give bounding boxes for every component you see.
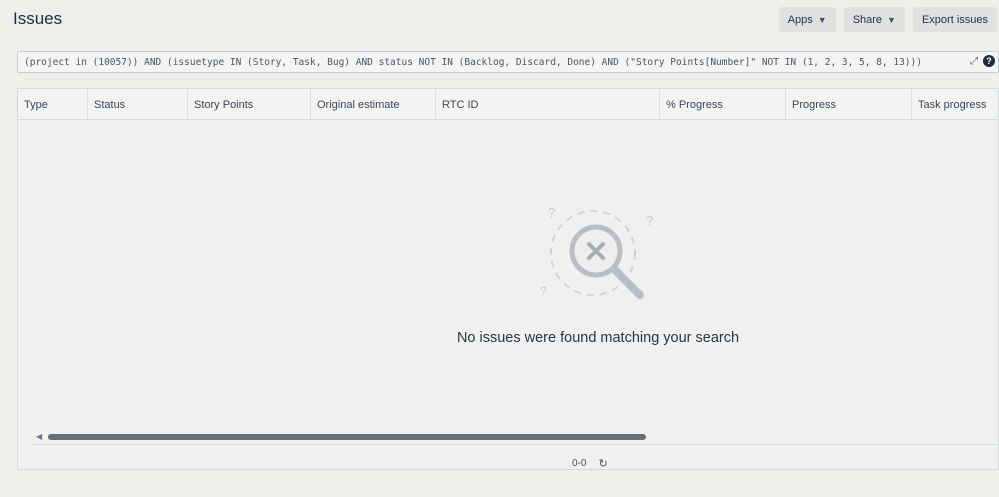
empty-state-message: No issues were found matching your searc… bbox=[456, 330, 740, 346]
column-header-task-progress[interactable]: Task progress bbox=[912, 89, 999, 120]
svg-text:?: ? bbox=[540, 284, 547, 298]
scrollbar-thumb[interactable] bbox=[48, 434, 646, 440]
column-header-original-estimate[interactable]: Original estimate bbox=[311, 89, 436, 120]
table-footer-divider bbox=[32, 444, 998, 445]
page-title: Issues bbox=[13, 9, 63, 28]
share-button-label: Share bbox=[852, 13, 883, 26]
header-actions: Apps ▼ Share ▼ Export issues bbox=[778, 7, 997, 32]
scroll-left-arrow-icon[interactable]: ◀ bbox=[36, 432, 42, 441]
issues-table: Type Status Story Points Original estima… bbox=[17, 88, 999, 470]
no-results-search-icon: ? ? ? bbox=[540, 205, 653, 299]
export-issues-label: Export issues bbox=[921, 13, 988, 26]
column-header-rtc-id[interactable]: RTC ID bbox=[436, 89, 660, 120]
horizontal-scrollbar[interactable]: ◀ bbox=[32, 432, 998, 441]
share-button[interactable]: Share ▼ bbox=[843, 7, 905, 32]
chevron-down-icon: ▼ bbox=[887, 14, 896, 25]
svg-text:?: ? bbox=[646, 213, 653, 228]
table-header: Type Status Story Points Original estima… bbox=[18, 89, 998, 120]
expand-icon[interactable]: ⤢ bbox=[970, 56, 978, 67]
svg-text:?: ? bbox=[548, 205, 555, 220]
pagination-range: 0-0 bbox=[572, 458, 587, 469]
column-header-status[interactable]: Status bbox=[88, 89, 188, 120]
chevron-down-icon: ▼ bbox=[817, 14, 827, 25]
refresh-icon[interactable]: ↻ bbox=[598, 457, 607, 470]
pagination: 0-0 ↻ bbox=[572, 457, 608, 470]
jql-query-text: (project in (10057)) AND (issuetype IN (… bbox=[24, 56, 922, 68]
export-issues-button[interactable]: Export issues bbox=[912, 7, 997, 32]
apps-button[interactable]: Apps ▼ bbox=[778, 7, 836, 32]
column-header-story-points[interactable]: Story Points bbox=[188, 89, 311, 120]
jql-query-input[interactable]: (project in (10057)) AND (issuetype IN (… bbox=[17, 51, 999, 73]
column-header-type[interactable]: Type bbox=[18, 89, 88, 120]
column-header-percent-progress[interactable]: % Progress bbox=[660, 89, 786, 120]
help-icon[interactable]: ? bbox=[983, 55, 995, 67]
query-icons: ⤢ ? bbox=[970, 55, 995, 67]
column-header-progress[interactable]: Progress bbox=[786, 89, 912, 120]
apps-button-label: Apps bbox=[787, 13, 813, 26]
